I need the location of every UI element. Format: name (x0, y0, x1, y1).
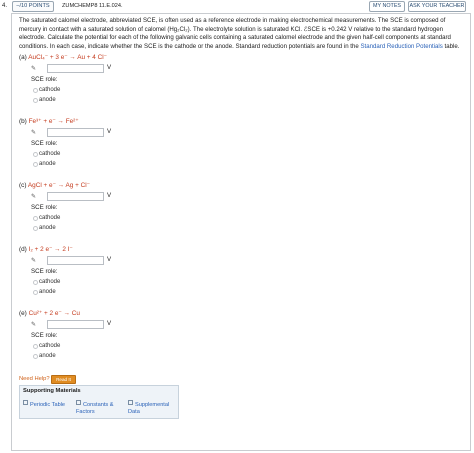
radio-button[interactable] (33, 152, 38, 157)
document-icon (23, 400, 28, 405)
part-label: (d) (19, 246, 27, 253)
option-anode[interactable]: anode (33, 287, 219, 297)
option-cathode[interactable]: cathode (33, 277, 219, 287)
answer-row: ✎ V (19, 191, 219, 202)
radio-button[interactable] (33, 88, 38, 93)
answer-row: ✎ V (19, 63, 219, 74)
document-icon (128, 400, 133, 405)
half-reaction: Fe³⁺ + e⁻ → Fe²⁺ (28, 118, 79, 125)
option-label: anode (39, 97, 56, 103)
sce-role-label: SCE role: (31, 76, 58, 83)
part-label: (b) (19, 118, 27, 125)
part-a-reaction: (a) AuCl₄⁻ + 3 e⁻ → Au + 4 Cl⁻ (19, 53, 219, 63)
option-label: cathode (39, 343, 61, 349)
part-d: (d) I₂ + 2 e⁻ → 2 I⁻ ✎ V SCE role: catho… (19, 245, 219, 297)
option-label: cathode (39, 87, 61, 93)
option-cathode[interactable]: cathode (33, 341, 219, 351)
periodic-table-label: Periodic Table (30, 402, 66, 408)
option-cathode[interactable]: cathode (33, 85, 219, 95)
answer-row: ✎ V (19, 319, 219, 330)
constants-factors-label: Constants & Factors (76, 402, 114, 415)
part-b: (b) Fe³⁺ + e⁻ → Fe²⁺ ✎ V SCE role: catho… (19, 117, 219, 169)
sce-role-label: SCE role: (31, 332, 58, 339)
periodic-table-link[interactable]: Periodic Table (23, 400, 71, 409)
my-notes-button[interactable]: MY NOTES (369, 1, 405, 12)
part-e-reaction: (e) Cu²⁺ + 2 e⁻ → Cu (19, 309, 219, 319)
answer-row: ✎ V (19, 127, 219, 138)
sce-role-label: SCE role: (31, 268, 58, 275)
supporting-materials-title: Supporting Materials (23, 388, 81, 394)
points-badge[interactable]: –/10 POINTS (12, 1, 54, 12)
potential-input-b[interactable] (47, 128, 104, 137)
radio-button[interactable] (33, 280, 38, 285)
pencil-icon: ✎ (31, 258, 37, 264)
option-cathode[interactable]: cathode (33, 213, 219, 223)
option-anode[interactable]: anode (33, 95, 219, 105)
pencil-icon: ✎ (31, 194, 37, 200)
problem-code: ZUMCHEMP8 11.E.024. (62, 3, 123, 9)
pencil-icon: ✎ (31, 66, 37, 72)
option-label: anode (39, 289, 56, 295)
part-a: (a) AuCl₄⁻ + 3 e⁻ → Au + 4 Cl⁻ ✎ V SCE r… (19, 53, 219, 105)
half-reaction: Cu²⁺ + 2 e⁻ → Cu (28, 310, 80, 317)
radio-button[interactable] (33, 162, 38, 167)
part-label: (a) (19, 54, 27, 61)
radio-button[interactable] (33, 98, 38, 103)
document-icon (76, 400, 81, 405)
unit-label: V (107, 128, 112, 135)
constants-factors-link[interactable]: Constants & Factors (76, 400, 126, 416)
potential-input-d[interactable] (47, 256, 104, 265)
unit-label: V (107, 64, 112, 71)
option-anode[interactable]: anode (33, 159, 219, 169)
option-label: cathode (39, 279, 61, 285)
radio-button[interactable] (33, 216, 38, 221)
potential-input-e[interactable] (47, 320, 104, 329)
option-anode[interactable]: anode (33, 351, 219, 361)
part-c: (c) AgCl + e⁻ → Ag + Cl⁻ ✎ V SCE role: c… (19, 181, 219, 233)
sce-role-label: SCE role: (31, 204, 58, 211)
option-cathode[interactable]: cathode (33, 149, 219, 159)
question-header: 4. –/10 POINTS ZUMCHEMP8 11.E.024. MY NO… (0, 0, 474, 13)
option-label: anode (39, 353, 56, 359)
option-label: anode (39, 161, 56, 167)
unit-label: V (107, 320, 112, 327)
part-label: (c) (19, 182, 27, 189)
read-it-button[interactable]: Read It (51, 375, 76, 384)
pencil-icon: ✎ (31, 130, 37, 136)
unit-label: V (107, 256, 112, 263)
intro-suffix: table. (444, 42, 460, 50)
option-label: cathode (39, 215, 61, 221)
sce-role-label: SCE role: (31, 140, 58, 147)
radio-button[interactable] (33, 290, 38, 295)
radio-button[interactable] (33, 226, 38, 231)
question-intro: The saturated calomel electrode, abbrevi… (19, 17, 465, 51)
half-reaction: AuCl₄⁻ + 3 e⁻ → Au + 4 Cl⁻ (28, 54, 108, 61)
potential-input-c[interactable] (47, 192, 104, 201)
part-b-reaction: (b) Fe³⁺ + e⁻ → Fe²⁺ (19, 117, 219, 127)
potential-input-a[interactable] (47, 64, 104, 73)
ask-teacher-button[interactable]: ASK YOUR TEACHER (408, 1, 466, 12)
need-help-label: Need Help? (19, 376, 50, 382)
pencil-icon: ✎ (31, 322, 37, 328)
option-anode[interactable]: anode (33, 223, 219, 233)
supporting-materials-panel: Supporting Materials Periodic Table Cons… (19, 385, 179, 419)
supplemental-data-link[interactable]: Supplemental Data (128, 400, 176, 416)
radio-button[interactable] (33, 344, 38, 349)
answer-row: ✎ V (19, 255, 219, 266)
half-reaction: AgCl + e⁻ → Ag + Cl⁻ (27, 182, 91, 189)
part-label: (e) (19, 310, 27, 317)
reduction-potentials-link[interactable]: Standard Reduction Potentials (360, 43, 442, 50)
unit-label: V (107, 192, 112, 199)
part-d-reaction: (d) I₂ + 2 e⁻ → 2 I⁻ (19, 245, 219, 255)
option-label: anode (39, 225, 56, 231)
question-number: 4. (2, 3, 8, 9)
half-reaction: I₂ + 2 e⁻ → 2 I⁻ (28, 246, 73, 253)
supplemental-data-label: Supplemental Data (128, 402, 170, 415)
part-c-reaction: (c) AgCl + e⁻ → Ag + Cl⁻ (19, 181, 219, 191)
part-e: (e) Cu²⁺ + 2 e⁻ → Cu ✎ V SCE role: catho… (19, 309, 219, 361)
option-label: cathode (39, 151, 61, 157)
radio-button[interactable] (33, 354, 38, 359)
